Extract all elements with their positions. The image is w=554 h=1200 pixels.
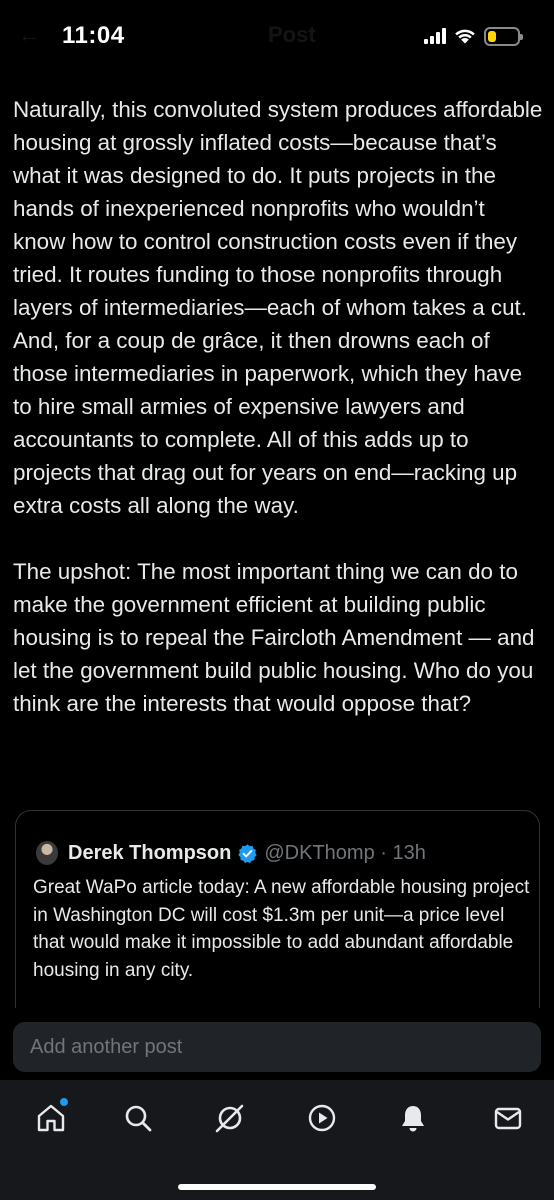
notifications-icon [402,1106,424,1132]
battery-icon [484,26,523,46]
tab-notifications[interactable] [393,1098,433,1138]
header-title: Post [268,22,316,47]
tab-messages[interactable] [488,1098,528,1138]
status-time: 11:04 [62,22,125,49]
battery-level [488,30,497,42]
post-paragraph: Naturally, this convoluted system produc… [13,97,543,518]
messages-icon [494,1107,522,1130]
verified-badge-icon [237,843,258,864]
tab-video[interactable] [302,1098,342,1138]
grok-icon [215,1104,244,1133]
cellular-signal-icon [424,28,446,44]
home-indicator[interactable] [178,1184,376,1190]
tab-search[interactable] [118,1098,158,1138]
home-icon [37,1104,65,1132]
post-text: Naturally, this convoluted system produc… [13,93,543,753]
search-icon [125,1105,152,1132]
tab-home[interactable] [31,1098,71,1138]
status-icons [424,26,523,46]
author-handle-time: @DKThomp · 13h [264,841,426,864]
quoted-post-text: Great WaPo article today: A new affordab… [33,877,530,981]
tab-grok[interactable] [210,1098,250,1138]
wifi-icon [455,29,475,44]
status-bar: ← Post 11:04 [0,0,554,68]
quoted-post-card[interactable]: Derek Thompson @DKThomp · 13h Great WaPo… [15,810,540,1020]
notification-dot [60,1098,68,1106]
bottom-tab-bar [0,1080,554,1200]
arrow-left-icon[interactable]: ← [18,22,40,48]
video-icon [308,1104,336,1132]
author-name[interactable]: Derek Thompson [68,842,231,865]
post-paragraph: The upshot: The most important thing we … [13,559,535,716]
avatar[interactable] [36,841,58,865]
quoted-post-header: Derek Thompson @DKThomp · 13h [36,841,426,865]
reply-bar [0,1008,554,1080]
reply-input[interactable] [13,1022,541,1072]
